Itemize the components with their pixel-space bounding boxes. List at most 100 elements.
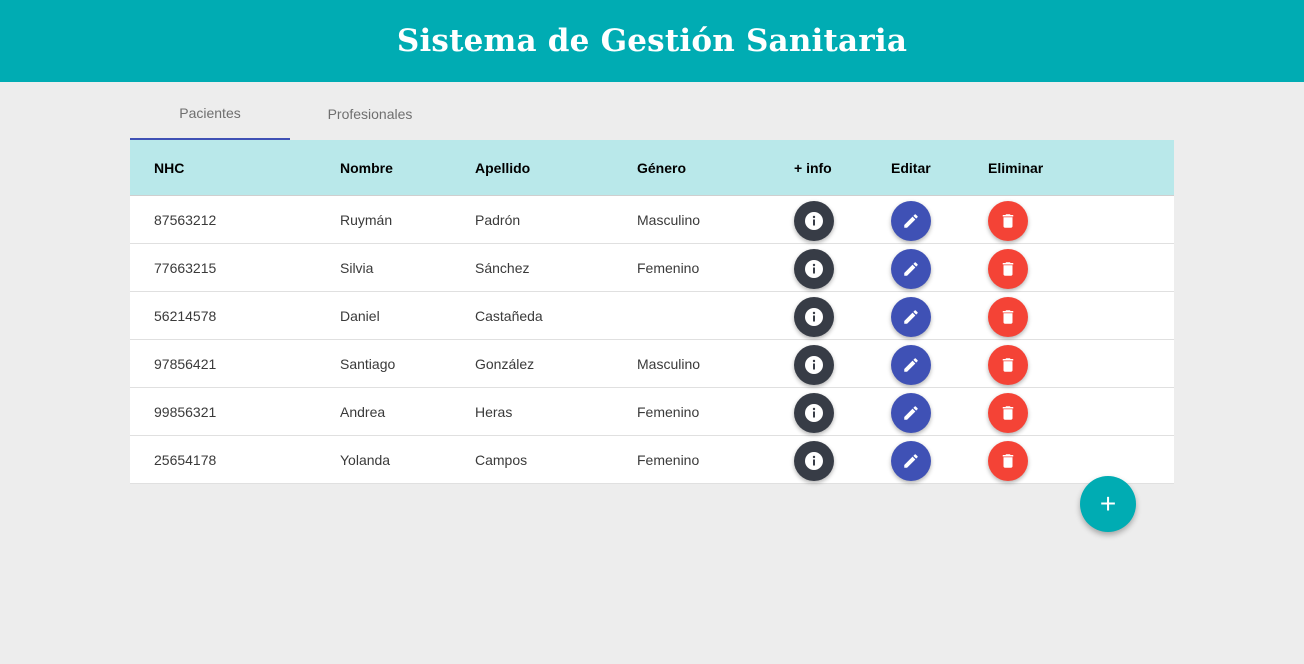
cell-nhc: 97856421: [154, 355, 217, 372]
info-icon: [804, 451, 824, 471]
cell-editar: [891, 388, 931, 435]
tab-pacientes[interactable]: Pacientes: [130, 90, 290, 140]
cell-genero: Femenino: [637, 451, 700, 468]
trash-icon: [999, 452, 1017, 470]
cell-nhc: 87563212: [154, 211, 217, 228]
cell-apellido: Heras: [475, 403, 513, 420]
edit-button[interactable]: [891, 440, 931, 481]
cell-apellido: González: [475, 355, 535, 372]
cell-eliminar: [988, 292, 1028, 339]
trash-icon: [999, 308, 1017, 326]
cell-nhc: 77663215: [154, 259, 217, 276]
cell-apellido: Castañeda: [475, 307, 543, 324]
cell-info: [794, 244, 834, 291]
column-header-info: + info: [794, 159, 832, 176]
table-row: 99856321 Andrea Heras Femenino: [130, 388, 1174, 436]
table-row: 56214578 Daniel Castañeda: [130, 292, 1174, 340]
info-button[interactable]: [794, 296, 834, 337]
trash-icon: [999, 260, 1017, 278]
cell-editar: [891, 340, 931, 387]
cell-eliminar: [988, 244, 1028, 291]
delete-button[interactable]: [988, 296, 1028, 337]
cell-nhc: 56214578: [154, 307, 217, 324]
tab-profesionales[interactable]: Profesionales: [290, 90, 450, 140]
cell-editar: [891, 292, 931, 339]
delete-button[interactable]: [988, 392, 1028, 433]
cell-nombre: Yolanda: [340, 451, 391, 468]
pencil-icon: [902, 404, 920, 422]
info-button[interactable]: [794, 344, 834, 385]
cell-info: [794, 436, 834, 483]
edit-button[interactable]: [891, 392, 931, 433]
trash-icon: [999, 212, 1017, 230]
trash-icon: [999, 356, 1017, 374]
column-header-nombre: Nombre: [340, 159, 393, 176]
info-button[interactable]: [794, 200, 834, 241]
cell-nhc: 25654178: [154, 451, 217, 468]
cell-info: [794, 388, 834, 435]
cell-apellido: Padrón: [475, 211, 521, 228]
info-icon: [804, 307, 824, 327]
cell-info: [794, 340, 834, 387]
cell-apellido: Campos: [475, 451, 528, 468]
cell-genero: Femenino: [637, 403, 700, 420]
cell-nombre: Santiago: [340, 355, 396, 372]
tab-bar: Pacientes Profesionales: [130, 90, 1174, 140]
info-icon: [804, 259, 824, 279]
pencil-icon: [902, 212, 920, 230]
cell-nombre: Silvia: [340, 259, 374, 276]
column-header-nhc: NHC: [154, 159, 185, 176]
cell-eliminar: [988, 196, 1028, 243]
info-button[interactable]: [794, 440, 834, 481]
delete-button[interactable]: [988, 344, 1028, 385]
table-row: 25654178 Yolanda Campos Femenino: [130, 436, 1174, 484]
cell-eliminar: [988, 388, 1028, 435]
info-button[interactable]: [794, 248, 834, 289]
info-icon: [804, 211, 824, 231]
app-header: Sistema de Gestión Sanitaria: [0, 0, 1304, 82]
edit-button[interactable]: [891, 200, 931, 241]
delete-button[interactable]: [988, 440, 1028, 481]
pencil-icon: [902, 308, 920, 326]
cell-editar: [891, 436, 931, 483]
table-row: 97856421 Santiago González Masculino: [130, 340, 1174, 388]
trash-icon: [999, 404, 1017, 422]
cell-nombre: Daniel: [340, 307, 380, 324]
column-header-genero: Género: [637, 159, 687, 176]
cell-editar: [891, 196, 931, 243]
table-row: 77663215 Silvia Sánchez Femenino: [130, 244, 1174, 292]
cell-info: [794, 196, 834, 243]
info-icon: [804, 403, 824, 423]
delete-button[interactable]: [988, 200, 1028, 241]
cell-info: [794, 292, 834, 339]
edit-button[interactable]: [891, 248, 931, 289]
pencil-icon: [902, 260, 920, 278]
cell-nombre: Ruymán: [340, 211, 393, 228]
column-header-eliminar: Eliminar: [988, 159, 1044, 176]
delete-button[interactable]: [988, 248, 1028, 289]
pencil-icon: [902, 356, 920, 374]
column-header-editar: Editar: [891, 159, 931, 176]
cell-apellido: Sánchez: [475, 259, 530, 276]
page-title: Sistema de Gestión Sanitaria: [396, 23, 908, 59]
edit-button[interactable]: [891, 296, 931, 337]
table-header-row: NHC Nombre Apellido Género + info Editar…: [130, 140, 1174, 196]
cell-eliminar: [988, 436, 1028, 483]
cell-genero: Masculino: [637, 355, 701, 372]
table-row: 87563212 Ruymán Padrón Masculino: [130, 196, 1174, 244]
column-header-apellido: Apellido: [475, 159, 531, 176]
cell-nhc: 99856321: [154, 403, 217, 420]
info-button[interactable]: [794, 392, 834, 433]
cell-editar: [891, 244, 931, 291]
plus-icon: +: [1099, 488, 1117, 519]
info-icon: [804, 355, 824, 375]
table-body: 87563212 Ruymán Padrón Masculino 77663215 Sil…: [130, 196, 1174, 484]
cell-nombre: Andrea: [340, 403, 386, 420]
patients-table: NHC Nombre Apellido Género + info Editar…: [130, 140, 1174, 484]
pencil-icon: [902, 452, 920, 470]
cell-genero: Masculino: [637, 211, 701, 228]
cell-genero: Femenino: [637, 259, 700, 276]
cell-eliminar: [988, 340, 1028, 387]
edit-button[interactable]: [891, 344, 931, 385]
add-patient-button[interactable]: +: [1080, 476, 1136, 532]
